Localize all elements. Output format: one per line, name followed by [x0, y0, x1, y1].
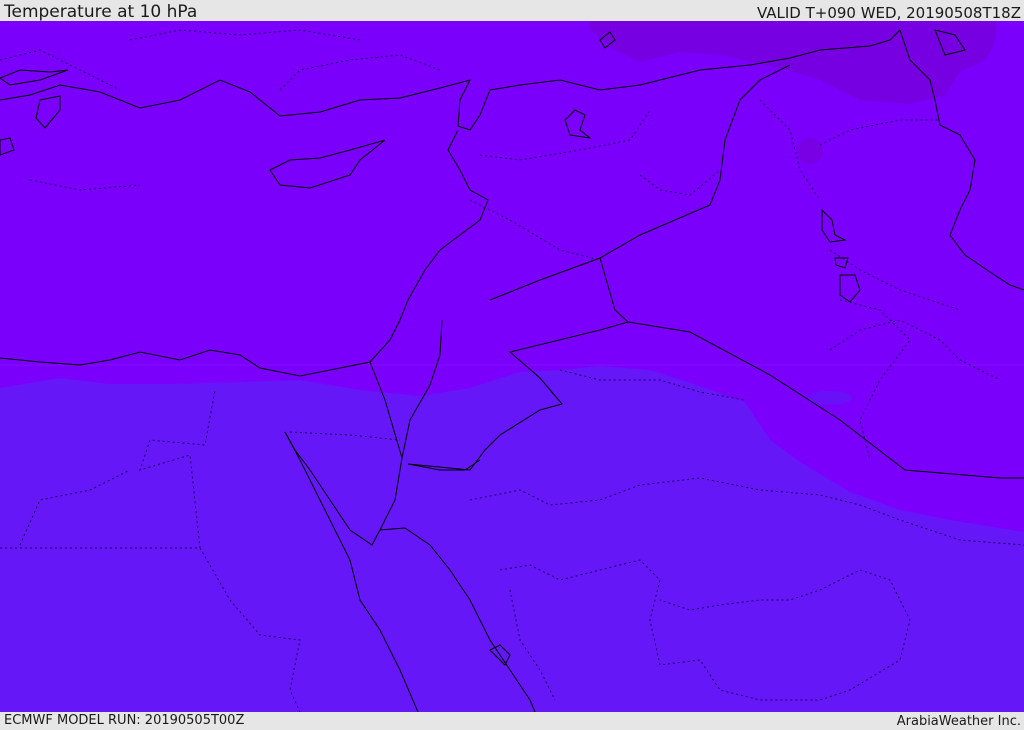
small-warm-patch — [797, 138, 823, 164]
valid-time: VALID T+090 WED, 20190508T18Z — [756, 4, 1021, 22]
credit-label: ArabiaWeather Inc. — [896, 714, 1021, 729]
cool-patch — [808, 391, 852, 405]
map-title: Temperature at 10 hPa — [4, 2, 198, 22]
header-bar: Temperature at 10 hPa VALID T+090 WED, 2… — [0, 0, 1024, 22]
footer-bar: ECMWF MODEL RUN: 20190505T00Z ArabiaWeat… — [0, 712, 1024, 729]
map-canvas — [0, 21, 1024, 712]
temperature-map — [0, 21, 1024, 712]
model-run-label: ECMWF MODEL RUN: 20190505T00Z — [4, 713, 245, 728]
